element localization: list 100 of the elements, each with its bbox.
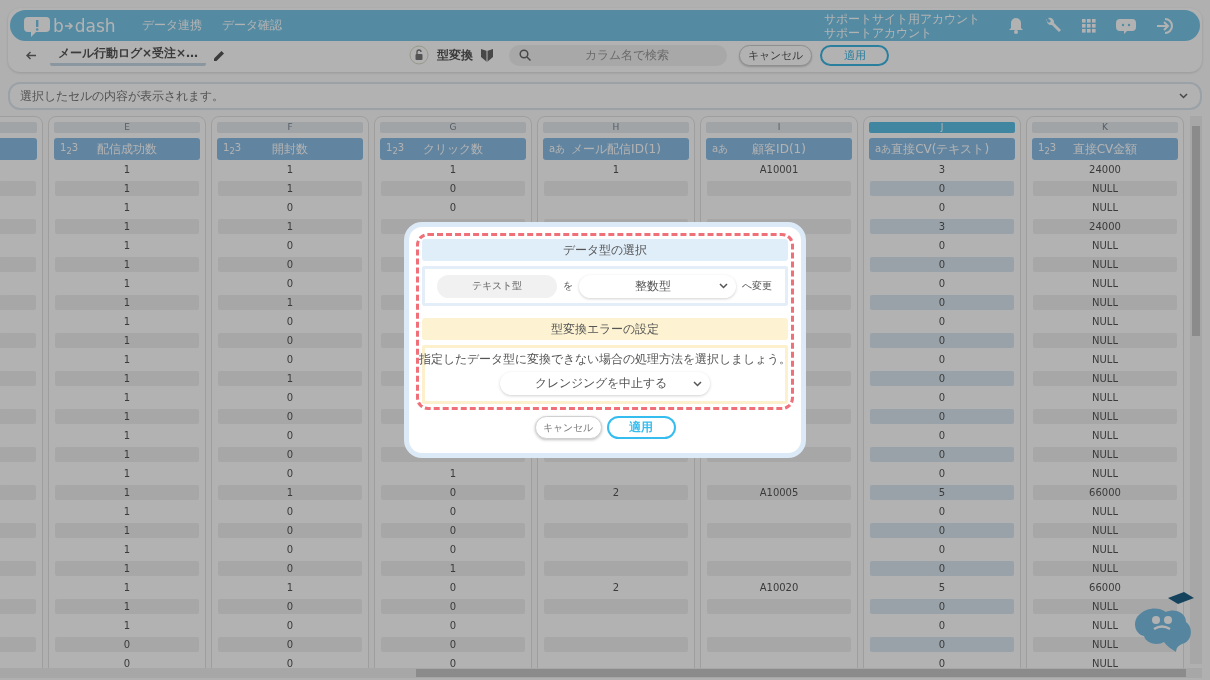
nav-link[interactable]: データ連携 — [141, 17, 202, 34]
table-cell: 1 — [55, 333, 199, 348]
table-cell: 0 — [218, 257, 362, 272]
cell-content-field[interactable]: 選択したセルの内容が表示されます。 — [8, 82, 1202, 110]
column-title: クリック数 — [422, 140, 484, 158]
apply-button[interactable]: 適用 — [820, 44, 890, 66]
table-cell-text: 1 — [611, 163, 621, 177]
column-title: 直接CV(テキスト) — [891, 140, 991, 158]
column-header[interactable]: aあ 顧客ID(1) — [706, 138, 852, 160]
table-cell: 1 — [55, 295, 199, 310]
column-header[interactable]: 1$_{2}$3 配信成功数 — [54, 138, 200, 160]
column-title: 開封数 — [271, 140, 309, 158]
table-cell: 0 — [218, 409, 362, 424]
cancel-button[interactable]: キャンセル — [534, 416, 602, 439]
table-cell: 0 — [870, 599, 1014, 614]
column-letter[interactable]: K — [1032, 122, 1178, 133]
wrench-icon[interactable] — [1044, 16, 1062, 35]
table-cell-text: 0 — [285, 619, 295, 633]
column-title: 配信成功数 — [96, 140, 158, 158]
table-cell: 1 — [218, 371, 362, 386]
column-header[interactable] — [0, 138, 37, 160]
table-cell: 0 — [381, 181, 525, 196]
horizontal-scrollbar[interactable] — [0, 668, 1202, 678]
table-cell-text: 24000 — [1088, 163, 1122, 177]
pencil-icon[interactable] — [214, 49, 226, 61]
table-cell-text: NULL — [1091, 315, 1119, 329]
column-title: 直接CV金額 — [1071, 140, 1139, 158]
mascot-icon[interactable] — [1132, 592, 1194, 652]
table-cell: 1 — [55, 561, 199, 576]
bell-icon[interactable] — [1008, 17, 1024, 34]
table-cell-text: 0 — [448, 657, 458, 671]
particle-text: を — [563, 279, 573, 293]
table-cell-text: 1 — [448, 467, 458, 481]
mode-label: 型変換 — [437, 46, 474, 64]
apply-button[interactable]: 適用 — [606, 416, 676, 439]
error-handling-dropdown[interactable]: クレンジングを中止する — [500, 372, 710, 395]
table-cell: 0 — [218, 523, 362, 538]
table-cell: NULL — [1033, 409, 1177, 424]
column-letter[interactable]: G — [380, 122, 526, 133]
table-cell-text: 1 — [122, 277, 132, 291]
chevron-down-icon[interactable] — [1179, 93, 1188, 99]
arrow-icon — [64, 21, 74, 30]
table-cell: 0 — [218, 333, 362, 348]
table-cell: 0 — [870, 561, 1014, 576]
table-cell-text: 1 — [122, 315, 132, 329]
nav-link[interactable]: データ確認 — [221, 17, 282, 34]
table-cell: 0 — [381, 599, 525, 614]
table-cell-text: 0 — [285, 657, 295, 671]
speech-bubble-icon — [24, 14, 50, 37]
table-cell-text: 1 — [122, 429, 132, 443]
table-cell-text: 1 — [122, 163, 132, 177]
table-cell-text: 0 — [448, 543, 458, 557]
table-cell-text: 0 — [285, 429, 295, 443]
table-cell-text: 0 — [285, 505, 295, 519]
table-cell-text: 0 — [285, 543, 295, 557]
chat-icon[interactable] — [1116, 16, 1136, 35]
search-icon — [519, 49, 532, 61]
table-cell: 0 — [870, 257, 1014, 272]
table-cell-text: 1 — [122, 581, 132, 595]
cancel-button[interactable]: キャンセル — [739, 44, 813, 66]
grid-icon[interactable] — [1082, 18, 1096, 33]
account-name: サポートアカウント — [824, 25, 933, 40]
column-header[interactable]: aあ メール配信ID(1) — [543, 138, 689, 160]
column-letter[interactable]: F — [217, 122, 363, 133]
table-cell-text: 1 — [285, 581, 295, 595]
table-cell-text: 0 — [285, 353, 295, 367]
table-cell: NULL — [1033, 333, 1177, 348]
section-title: データ型の選択 — [563, 241, 647, 259]
column-header[interactable]: aあ直接CV(テキスト) — [869, 138, 1015, 160]
table-cell-text: 0 — [937, 657, 947, 671]
column-letter[interactable]: J — [869, 122, 1015, 133]
table-cell-text: 0 — [937, 201, 947, 215]
column-header[interactable]: 1$_{2}$3 クリック数 — [380, 138, 526, 160]
table-cell: 0 — [381, 637, 525, 652]
logo-text: dash — [74, 15, 116, 36]
back-arrow-icon[interactable] — [26, 50, 36, 60]
column-letter[interactable]: E — [54, 122, 200, 133]
table-cell-text: A10020 — [758, 581, 800, 595]
table-cell-text: 1 — [122, 619, 132, 633]
table-cell: NULL — [1033, 371, 1177, 386]
table-cell-text: 0 — [937, 429, 947, 443]
account-name: サポートサイト用アカウント — [824, 11, 980, 26]
table-cell: 0 — [55, 637, 199, 652]
table-cell-text: 0 — [937, 467, 947, 481]
table-cell: 1 — [55, 371, 199, 386]
column-header[interactable]: 1$_{2}$3 直接CV金額 — [1032, 138, 1178, 160]
dataset-title[interactable]: メール行動ログ×受注×… — [50, 44, 207, 66]
vertical-scrollbar[interactable] — [1190, 116, 1202, 664]
column-letter[interactable]: H — [543, 122, 689, 133]
table-cell-text: 0 — [285, 239, 295, 253]
table-cell: 1 — [381, 561, 525, 576]
lock-icon[interactable] — [409, 45, 430, 65]
table-cell: 66000 — [1033, 485, 1177, 500]
type-dropdown[interactable]: 整数型 — [579, 274, 736, 298]
column-header[interactable]: 1$_{2}$3 開封数 — [217, 138, 363, 160]
logout-icon[interactable] — [1156, 16, 1176, 35]
table-cell: 0 — [218, 447, 362, 462]
instruction-text: 指定したデータ型に変換できない場合の処理方法を選択しましょう。 — [419, 352, 791, 367]
column-title: 顧客ID(1) — [751, 140, 807, 158]
table-cell: 0 — [218, 599, 362, 614]
